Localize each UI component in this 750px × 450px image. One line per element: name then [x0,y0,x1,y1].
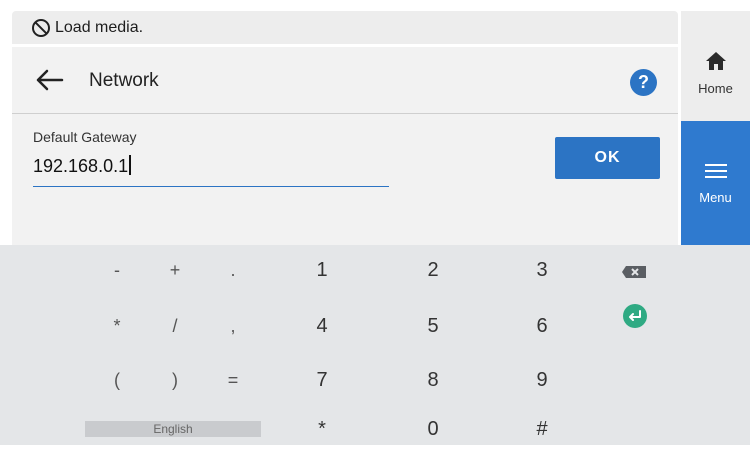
key-close-paren[interactable]: ) [145,359,205,401]
key-equals[interactable]: = [203,359,263,401]
key-5[interactable]: 5 [403,305,463,347]
key-7[interactable]: 7 [292,359,352,401]
key-2[interactable]: 2 [403,249,463,291]
side-nav: Home Menu [681,11,750,245]
text-caret [129,155,131,175]
key-0[interactable]: 0 [403,408,463,450]
language-key[interactable]: English [85,421,261,437]
field-value: 192.168.0.1 [33,156,129,176]
menu-button[interactable]: Menu [681,121,750,245]
network-panel: Network ? Default Gateway 192.168.0.1 OK [12,47,678,245]
back-arrow-icon[interactable] [36,69,64,91]
key-plus[interactable]: + [145,249,205,291]
key-8[interactable]: 8 [403,359,463,401]
panel-header: Network ? [12,47,678,114]
page-title: Network [89,70,159,91]
key-minus[interactable]: - [87,249,147,291]
menu-icon [705,164,727,166]
home-label: Home [698,81,733,96]
help-icon[interactable]: ? [630,69,657,96]
ok-button[interactable]: OK [555,137,660,179]
key-3[interactable]: 3 [512,249,572,291]
key-9[interactable]: 9 [512,359,572,401]
status-text: Load media. [55,19,144,36]
key-1[interactable]: 1 [292,249,352,291]
key-hash[interactable]: # [512,408,572,450]
home-button[interactable]: Home [681,11,750,121]
numeric-keypad: - + . 1 2 3 * / , 4 5 6 ( ) = 7 8 9 Engl… [0,245,750,445]
key-comma[interactable]: , [203,305,263,347]
key-4[interactable]: 4 [292,305,352,347]
key-slash[interactable]: / [145,305,205,347]
field-label: Default Gateway [33,129,137,145]
key-period[interactable]: . [203,249,263,291]
key-asterisk[interactable]: * [87,305,147,347]
home-icon [706,52,726,70]
key-6[interactable]: 6 [512,305,572,347]
enter-icon[interactable] [621,302,649,330]
no-media-icon [32,19,50,37]
key-asterisk-2[interactable]: * [292,408,352,450]
key-open-paren[interactable]: ( [87,359,147,401]
default-gateway-field[interactable]: 192.168.0.1 [33,150,389,187]
status-bar: Load media. [12,11,678,44]
menu-label: Menu [699,190,732,205]
backspace-icon[interactable] [619,262,649,282]
